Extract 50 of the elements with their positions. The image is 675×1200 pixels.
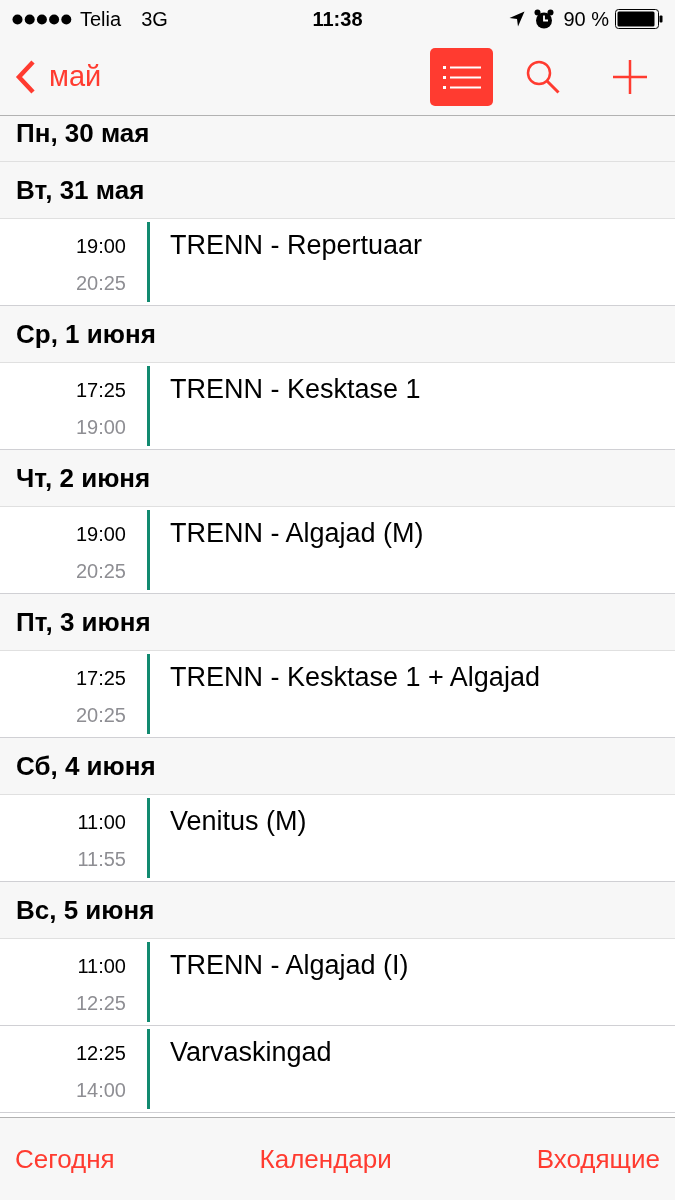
alarm-clock-icon bbox=[534, 9, 555, 29]
signal-strength-icon bbox=[12, 13, 72, 25]
end-time: 12:25 bbox=[75, 991, 126, 1016]
event-title: TRENN - Kesktase 1 + Algajad bbox=[170, 661, 540, 693]
end-time: 20:25 bbox=[75, 703, 126, 728]
end-time: 19:00 bbox=[75, 415, 126, 440]
day-label: Сб, 4 июня bbox=[16, 751, 156, 781]
day-label: Чт, 2 июня bbox=[16, 463, 151, 493]
event-row[interactable]: 19:00 20:25 TRENN - Repertuaar bbox=[0, 219, 675, 306]
battery-percentage: 90 % bbox=[563, 7, 609, 31]
event-row[interactable]: 11:00 12:25 TRENN - Algajad (I) bbox=[0, 939, 675, 1026]
search-icon bbox=[526, 59, 560, 94]
event-row[interactable]: 19:00 20:25 TRENN - Algajad (M) bbox=[0, 507, 675, 594]
event-title: TRENN - Algajad (M) bbox=[170, 517, 424, 549]
end-time: 14:00 bbox=[75, 1078, 126, 1103]
event-title: Venitus (M) bbox=[170, 805, 307, 837]
day-label: Вт, 31 мая bbox=[16, 175, 145, 205]
location-arrow-icon bbox=[509, 11, 526, 27]
list-icon bbox=[442, 64, 481, 89]
event-row[interactable]: 11:00 11:55 Venitus (M) bbox=[0, 795, 675, 882]
start-time: 19:00 bbox=[75, 522, 126, 547]
end-time: 20:25 bbox=[75, 271, 126, 296]
list-view-button[interactable] bbox=[430, 47, 493, 106]
carrier-name: Telia bbox=[80, 7, 122, 31]
end-time: 11:55 bbox=[77, 847, 126, 872]
event-title: Varvaskingad bbox=[170, 1036, 332, 1068]
battery-icon bbox=[615, 9, 663, 29]
event-row[interactable]: 17:25 19:00 TRENN - Kesktase 1 bbox=[0, 363, 675, 450]
start-time: 11:00 bbox=[77, 954, 126, 979]
start-time: 19:00 bbox=[75, 234, 126, 259]
clock-time: 11:38 bbox=[312, 7, 363, 31]
start-time: 17:25 bbox=[75, 666, 126, 691]
start-time: 17:25 bbox=[75, 378, 126, 403]
end-time: 20:25 bbox=[75, 559, 126, 584]
start-time: 11:00 bbox=[77, 810, 126, 835]
event-row[interactable]: 12:25 14:00 Varvaskingad bbox=[0, 1026, 675, 1113]
day-label: Пн, 30 мая bbox=[16, 118, 150, 148]
search-button[interactable] bbox=[526, 59, 560, 94]
day-label: Пт, 3 июня bbox=[16, 607, 151, 637]
event-row[interactable]: 17:25 20:25 TRENN - Kesktase 1 + Algajad bbox=[0, 651, 675, 738]
network-type: 3G bbox=[141, 7, 168, 31]
event-title: TRENN - Algajad (I) bbox=[170, 949, 409, 981]
day-label: Вс, 5 июня bbox=[16, 895, 155, 925]
chevron-left-icon bbox=[15, 58, 37, 95]
day-label: Ср, 1 июня bbox=[16, 319, 156, 349]
add-button[interactable] bbox=[613, 59, 647, 94]
start-time: 12:25 bbox=[75, 1041, 126, 1066]
event-title: TRENN - Repertuaar bbox=[170, 229, 423, 261]
event-title: TRENN - Kesktase 1 bbox=[170, 373, 421, 405]
plus-icon bbox=[613, 59, 647, 94]
